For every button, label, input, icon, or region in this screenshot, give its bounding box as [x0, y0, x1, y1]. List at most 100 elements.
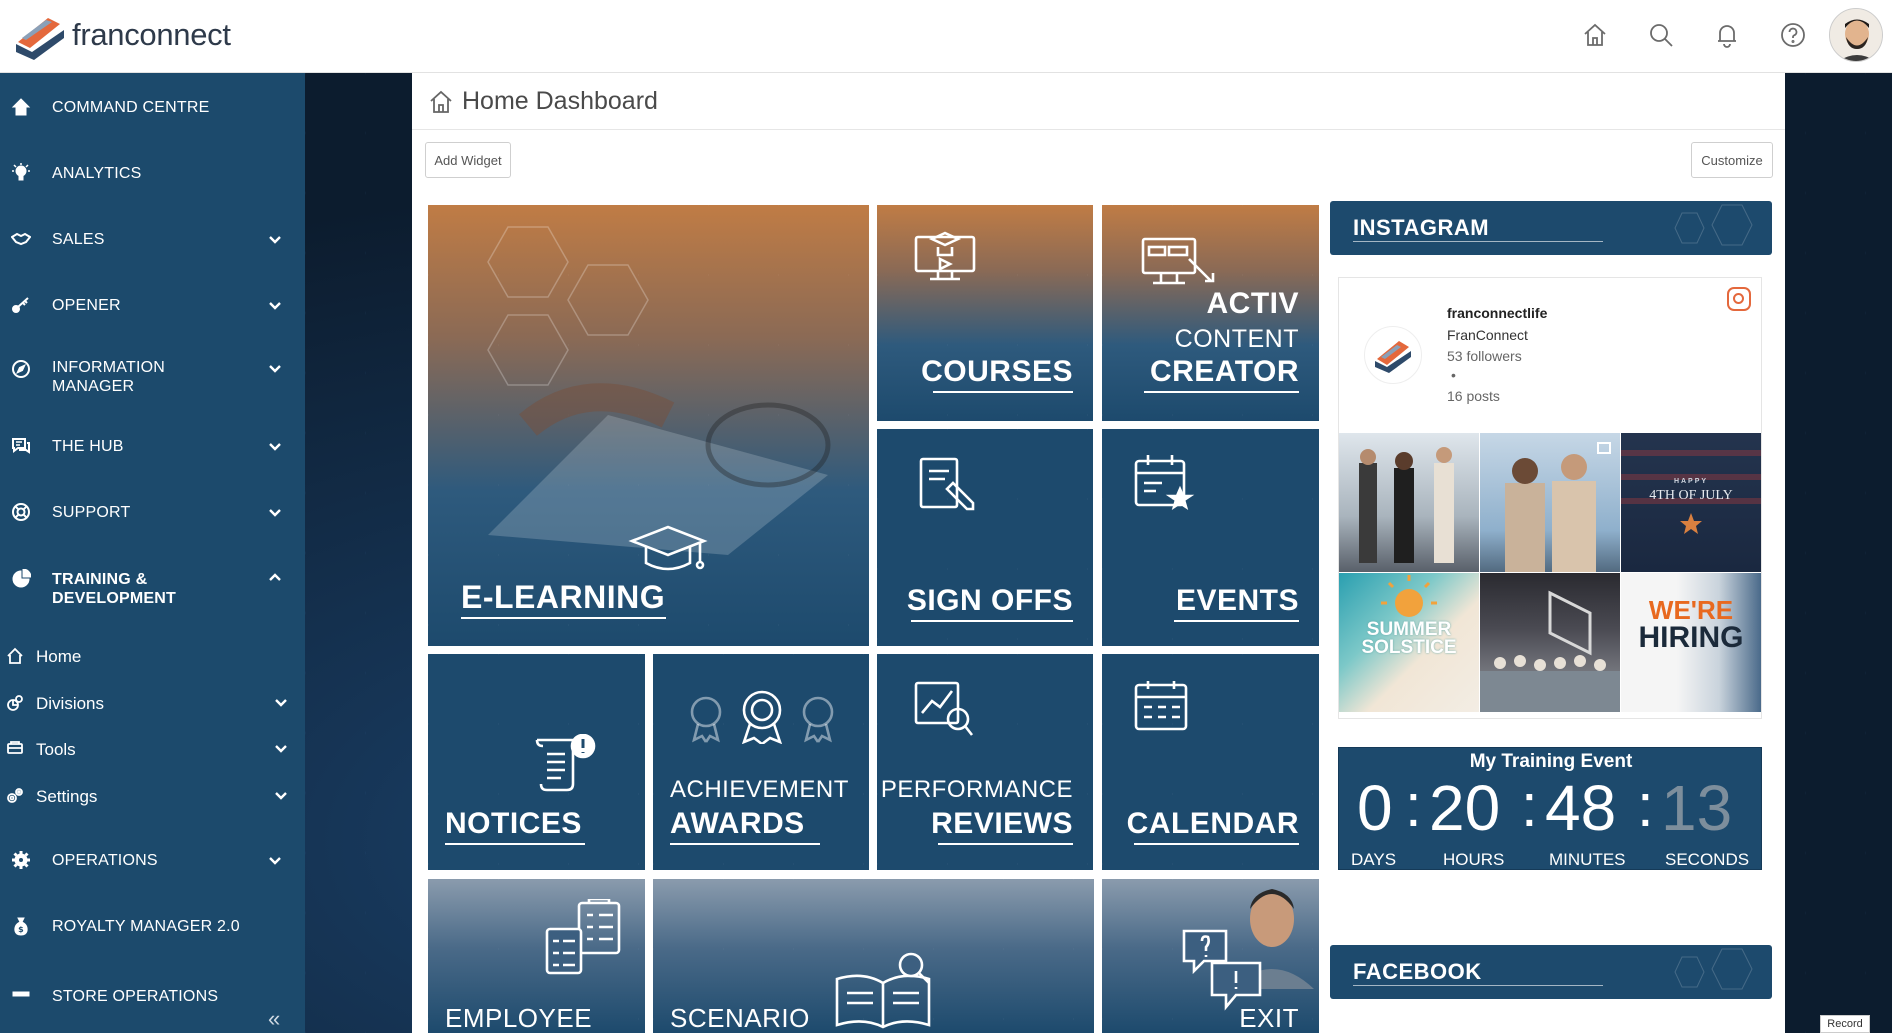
instagram-post[interactable] — [1480, 433, 1620, 572]
page-title: Home Dashboard — [462, 87, 658, 115]
logo-text: franconnect — [72, 17, 231, 52]
graduation-cap-icon — [628, 523, 708, 584]
franconnect-logo-mark — [16, 18, 64, 60]
home-outline-icon — [430, 90, 452, 113]
countdown-seconds: 13 — [1661, 772, 1733, 844]
clipboard-checklist-icon — [543, 897, 623, 984]
sidebar-item-the-hub[interactable]: THE HUB — [0, 431, 305, 461]
home-outline-icon — [6, 647, 26, 667]
tile-activ-content-creator[interactable]: ACTIV CONTENT CREATOR — [1102, 205, 1319, 421]
tile-scenario[interactable]: SCENARIO — [653, 879, 1094, 1033]
instagram-post[interactable] — [1480, 573, 1620, 712]
sidebar-item-command-centre[interactable]: COMMAND CENTRE — [0, 92, 305, 122]
instagram-post[interactable] — [1339, 433, 1479, 572]
sidebar-item-analytics[interactable]: ANALYTICS — [0, 158, 305, 188]
tools-icon — [6, 740, 26, 760]
sidebar-item-operations[interactable]: OPERATIONS — [0, 845, 305, 875]
home-icon[interactable] — [1578, 18, 1612, 52]
lifebuoy-icon — [10, 501, 32, 523]
franconnect-logo[interactable]: franconnect — [12, 8, 231, 62]
instagram-followers: 53 followers — [1447, 348, 1522, 364]
notice-scroll-icon — [533, 733, 599, 799]
calendar-star-icon — [1132, 453, 1196, 518]
sidebar-item-information-manager[interactable]: INFORMATION MANAGER — [0, 356, 305, 396]
hexagon-decoration — [1674, 204, 1753, 246]
tile-employee[interactable]: EMPLOYEE — [428, 879, 645, 1033]
instagram-icon[interactable] — [1727, 287, 1751, 311]
instagram-post-4th-of-july[interactable]: HAPPY 4TH OF JULY — [1621, 433, 1761, 572]
countdown-minutes: 48 — [1545, 772, 1617, 844]
sidebar-item-support[interactable]: SUPPORT — [0, 497, 305, 527]
tile-courses[interactable]: COURSES — [877, 205, 1093, 421]
sidebar: COMMAND CENTRE ANALYTICS SALES OPENER IN… — [0, 73, 305, 1033]
hexagon-decoration — [1674, 948, 1753, 990]
add-widget-button[interactable]: Add Widget — [425, 142, 511, 178]
countdown-title: My Training Event — [1469, 751, 1633, 772]
breadcrumb: Home Dashboard — [428, 87, 658, 116]
sidebar-subitem-home[interactable]: Home — [0, 647, 305, 671]
chevron-up-icon — [268, 571, 282, 585]
tile-events[interactable]: EVENTS — [1102, 429, 1319, 646]
instagram-display-name: FranConnect — [1447, 327, 1528, 343]
franconnect-avatar[interactable] — [1364, 326, 1422, 384]
customize-button[interactable]: Customize — [1691, 142, 1773, 178]
tile-calendar[interactable]: CALENDAR — [1102, 654, 1319, 870]
tile-performance-reviews[interactable]: PERFORMANCE REVIEWS — [877, 654, 1093, 870]
sidebar-item-training-development[interactable]: TRAINING & DEVELOPMENT — [0, 568, 305, 608]
document-sign-icon — [917, 455, 979, 520]
instagram-post-summer-solstice[interactable]: SUMMER SOLSTICE — [1339, 573, 1479, 712]
countdown-days: 0 — [1357, 772, 1393, 844]
chevron-down-icon — [274, 787, 288, 801]
tile-e-learning[interactable]: E-LEARNING — [428, 205, 869, 646]
help-icon[interactable] — [1776, 18, 1810, 52]
gear-icon — [10, 849, 32, 871]
separator-dot: • — [1451, 367, 1456, 383]
instagram-username[interactable]: franconnectlife — [1447, 305, 1547, 321]
top-bar: franconnect — [0, 0, 1892, 73]
instagram-feed: franconnectlife FranConnect 53 followers… — [1338, 277, 1762, 719]
sidebar-item-store-operations[interactable]: STORE OPERATIONS — [0, 973, 305, 1003]
instagram-widget-header: INSTAGRAM — [1330, 201, 1772, 255]
chevron-down-icon — [268, 505, 282, 519]
tile-exit[interactable]: EXIT — [1102, 879, 1319, 1033]
collapse-sidebar-button[interactable]: « — [268, 1006, 280, 1032]
instagram-posts: 16 posts — [1447, 388, 1500, 404]
sidebar-item-sales[interactable]: SALES — [0, 224, 305, 254]
chevron-down-icon — [268, 232, 282, 246]
divider — [412, 129, 1785, 130]
key-icon — [10, 294, 32, 316]
facebook-widget-header: FACEBOOK — [1330, 945, 1772, 999]
tile-sign-offs[interactable]: SIGN OFFS — [877, 429, 1093, 646]
book-search-icon — [833, 949, 933, 1033]
instagram-post-hiring[interactable]: WE'RE HIRING — [1621, 573, 1761, 712]
lightbulb-icon — [10, 162, 32, 184]
training-event-countdown: My Training Event 0 : 20 : 48 : 13 DAYS … — [1338, 747, 1762, 870]
record-button[interactable]: Record — [1820, 1015, 1870, 1033]
tile-achievement-awards[interactable]: ACHIEVEMENT AWARDS — [653, 654, 869, 870]
pie-icon — [10, 568, 32, 590]
sidebar-subitem-tools[interactable]: Tools — [0, 740, 305, 764]
chevron-down-icon — [268, 439, 282, 453]
divisions-icon — [6, 694, 26, 714]
award-medals-icon — [686, 686, 838, 749]
countdown-hours: 20 — [1429, 772, 1501, 844]
chevron-down-icon — [268, 853, 282, 867]
online-course-icon — [912, 225, 978, 288]
user-avatar[interactable] — [1829, 8, 1883, 62]
chat-icon — [10, 435, 32, 457]
chart-magnifier-icon — [912, 679, 976, 744]
sidebar-subitem-divisions[interactable]: Divisions — [0, 694, 305, 718]
calendar-icon — [1132, 679, 1190, 738]
bell-icon[interactable] — [1710, 18, 1744, 52]
store-icon — [10, 987, 32, 1003]
moneybag-icon: $ — [10, 915, 32, 937]
sidebar-item-opener[interactable]: OPENER — [0, 290, 305, 320]
tile-notices[interactable]: NOTICES — [428, 654, 645, 870]
chevron-down-icon — [274, 740, 288, 754]
chevron-down-icon — [274, 694, 288, 708]
sidebar-item-royalty-manager[interactable]: $ ROYALTY MANAGER 2.0 — [0, 911, 305, 941]
sidebar-subitem-settings[interactable]: Settings — [0, 787, 305, 811]
home-icon — [10, 96, 32, 118]
search-icon[interactable] — [1644, 18, 1678, 52]
handshake-icon — [10, 228, 32, 250]
